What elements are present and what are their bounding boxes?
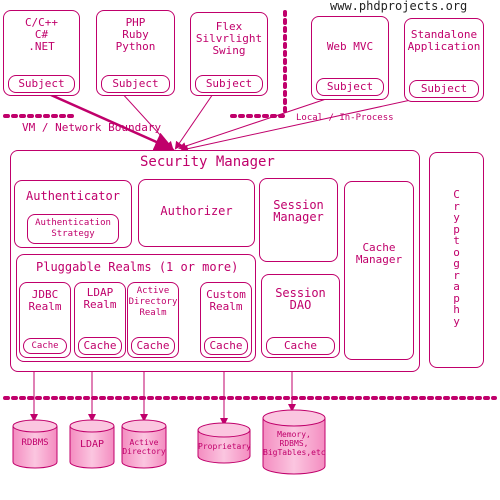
arrow	[174, 90, 216, 150]
session-manager-box: Session Manager	[259, 178, 338, 262]
subject-box: Subject	[316, 78, 384, 96]
local-boundary-label: Local / In-Process	[296, 113, 394, 123]
session-dao-label: Session DAO	[275, 286, 326, 312]
client-label: C/C++ C# .NET	[24, 16, 59, 53]
realm-cache-box: Cache	[78, 337, 122, 355]
client-label: PHP Ruby Python	[115, 16, 156, 53]
cache-manager-box: Cache Manager	[344, 181, 414, 360]
client-scripting: PHP Ruby Python Subject	[96, 10, 175, 96]
cryptography-label: C r y p t o g r a p h y	[453, 188, 460, 328]
client-web-mvc: Web MVC Subject	[311, 16, 389, 100]
authentication-strategy-label: Authentication Strategy	[35, 218, 111, 239]
realm-label: Custom Realm	[206, 288, 246, 313]
site-url: www.phdprojects.org	[330, 0, 468, 13]
realm-cache-box: Cache	[131, 337, 175, 355]
session-cache-box: Cache	[266, 337, 335, 355]
vm-boundary-label: VM / Network Boundary	[22, 121, 162, 134]
authentication-strategy-box: Authentication Strategy	[27, 214, 119, 244]
client-rich: Flex Silvrlight Swing Subject	[190, 12, 268, 96]
realm-jdbc: JDBC Realm Cache	[19, 282, 71, 358]
datastore-label: LDAP	[79, 439, 105, 450]
subject-box: Subject	[195, 75, 263, 93]
arrow	[41, 89, 175, 152]
realm-active-directory: Active Directory Realm Cache	[127, 282, 179, 358]
security-manager-title: Security Manager	[140, 154, 275, 170]
authorizer-label: Authorizer	[160, 204, 233, 218]
datastore-label: RDBMS	[21, 438, 49, 448]
client-label: Standalone Application	[407, 28, 481, 53]
realm-label: JDBC Realm	[28, 288, 62, 313]
cache-manager-label: Cache Manager	[355, 241, 403, 266]
client-label: Flex Silvrlight Swing	[195, 20, 263, 57]
client-standalone: Standalone Application Subject	[404, 18, 484, 102]
pluggable-realms-title: Pluggable Realms (1 or more)	[36, 260, 239, 274]
client-label: Web MVC	[326, 40, 374, 53]
arrow	[180, 97, 421, 153]
client-dotnet: C/C++ C# .NET Subject	[3, 10, 80, 96]
datastore-label: Proprietary	[198, 442, 251, 451]
realm-label: Active Directory Realm	[128, 286, 178, 318]
realm-cache-box: Cache	[204, 337, 248, 355]
authorizer-box: Authorizer	[138, 179, 255, 247]
session-manager-label: Session Manager	[273, 198, 324, 224]
session-dao-box: Session DAO Cache	[261, 274, 340, 358]
datastore-label: Memory, RDBMS, BigTables,etc	[263, 430, 326, 457]
realm-label: LDAP Realm	[83, 286, 117, 311]
subject-box: Subject	[101, 75, 170, 93]
realm-ldap: LDAP Realm Cache	[74, 282, 126, 358]
realm-custom: Custom Realm Cache	[200, 282, 252, 358]
datastore-label: Active Directory	[122, 438, 166, 456]
realm-cache-box: Cache	[23, 338, 67, 354]
authenticator-label: Authenticator	[26, 189, 120, 203]
arrow	[119, 90, 174, 150]
subject-box: Subject	[8, 75, 75, 93]
cryptography-box: C r y p t o g r a p h y	[429, 152, 484, 368]
subject-box: Subject	[409, 80, 479, 98]
